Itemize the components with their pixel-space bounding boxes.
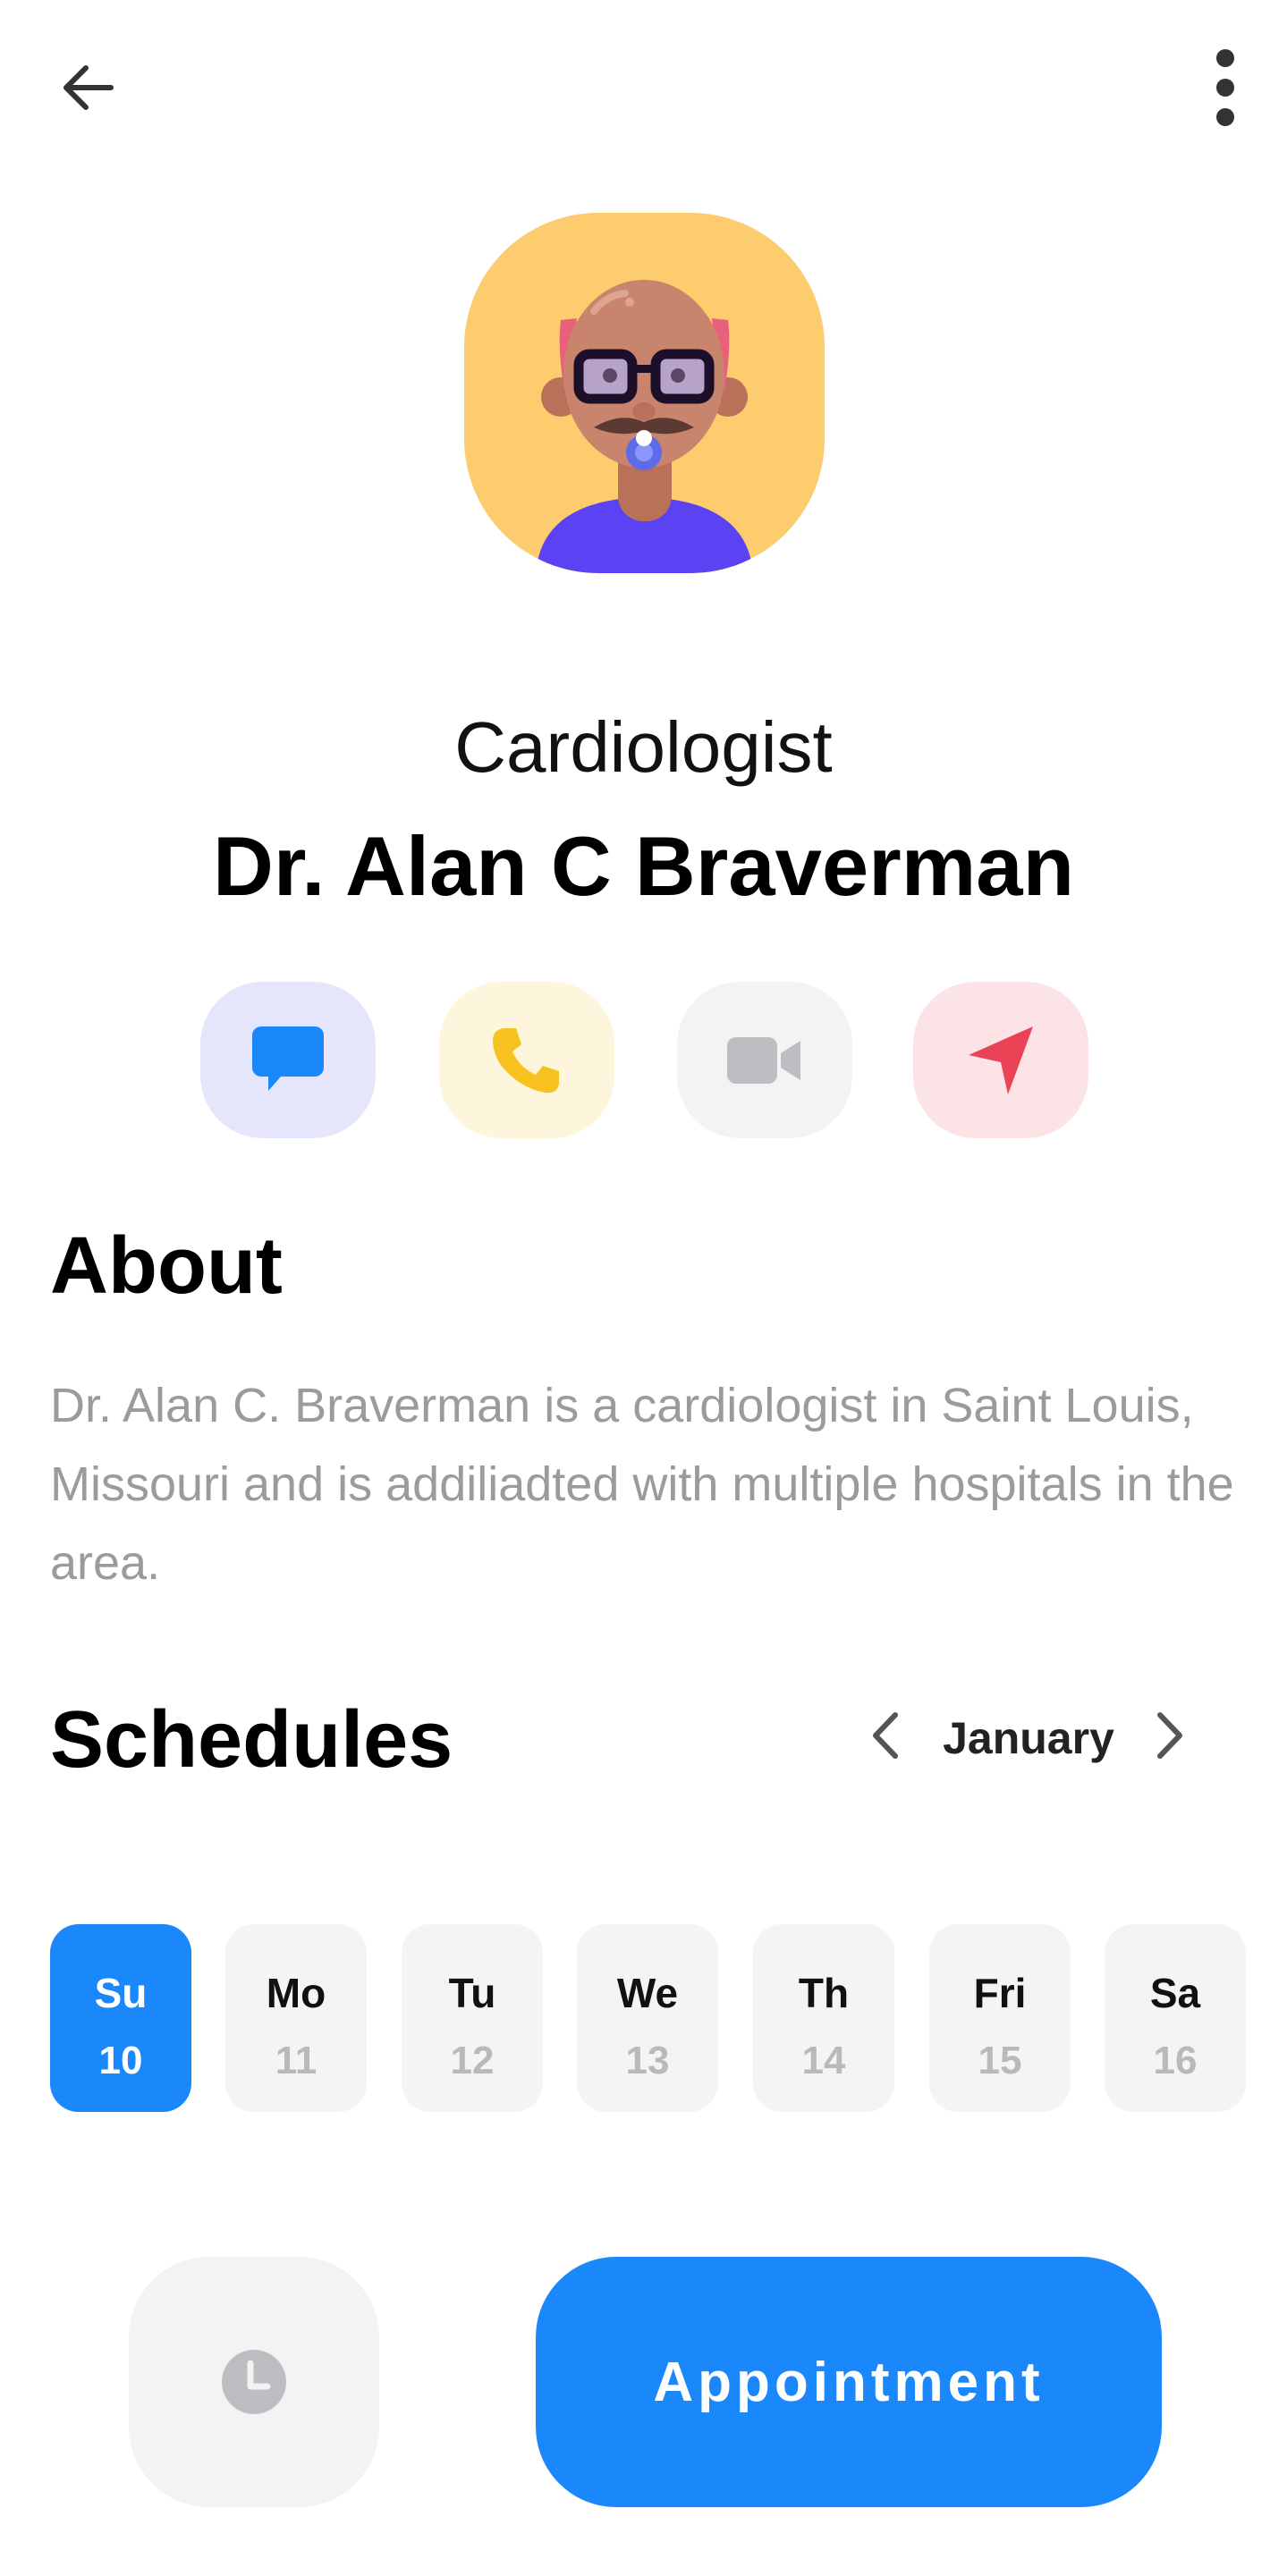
day-name: Su	[94, 1970, 148, 2016]
day-card-mo[interactable]: Mo 11	[225, 1924, 367, 2112]
more-menu-button[interactable]	[1198, 45, 1252, 131]
chat-button[interactable]	[200, 982, 376, 1138]
day-date: 11	[275, 2039, 318, 2082]
chevron-right-icon	[1157, 1712, 1182, 1759]
day-card-sa[interactable]: Sa 16	[1105, 1924, 1246, 2112]
arrow-left-icon	[64, 65, 114, 110]
next-month-button[interactable]	[1143, 1704, 1197, 1767]
video-call-button[interactable]	[677, 982, 852, 1138]
day-date: 10	[98, 2039, 143, 2082]
day-date: 12	[450, 2039, 495, 2082]
doctor-specialty: Cardiologist	[454, 707, 833, 787]
back-button[interactable]	[50, 50, 125, 125]
schedules-heading: Schedules	[50, 1695, 453, 1785]
call-button[interactable]	[439, 982, 614, 1138]
chevron-left-icon	[873, 1712, 898, 1759]
day-name: Mo	[266, 1970, 326, 2016]
doctor-avatar	[464, 213, 825, 573]
day-name: Tu	[448, 1970, 496, 2016]
day-date: 16	[1153, 2039, 1198, 2082]
video-icon	[727, 1036, 800, 1084]
phone-icon	[493, 1027, 559, 1093]
top-bar	[0, 0, 1287, 179]
chat-icon	[252, 1026, 324, 1091]
about-heading: About	[50, 1221, 283, 1311]
day-card-th[interactable]: Th 14	[753, 1924, 894, 2112]
month-label: January	[943, 1713, 1114, 1763]
day-card-su[interactable]: Su 10	[50, 1924, 191, 2112]
directions-button[interactable]	[913, 982, 1088, 1138]
about-description: Dr. Alan C. Braverman is a cardiologist …	[50, 1379, 1234, 1590]
more-vertical-icon	[1216, 49, 1234, 126]
contact-actions	[0, 982, 1287, 1138]
doctor-name: Dr. Alan C Braverman	[213, 819, 1074, 913]
time-slot-button[interactable]	[129, 2257, 379, 2507]
day-date: 13	[625, 2039, 670, 2082]
day-date: 14	[801, 2039, 846, 2082]
doctor-avatar-illustration	[536, 280, 753, 573]
clock-icon	[222, 2350, 286, 2414]
previous-month-button[interactable]	[859, 1704, 912, 1767]
day-name: Sa	[1149, 1970, 1201, 2016]
day-name: Th	[798, 1970, 850, 2016]
day-name: We	[616, 1970, 679, 2016]
day-name: Fri	[973, 1970, 1027, 2016]
day-selector: Su 10 Mo 11 Tu 12 We 13 Th 14 Fri 15 Sa …	[0, 1924, 1287, 2112]
day-date: 15	[978, 2039, 1022, 2082]
navigation-icon	[969, 1026, 1033, 1094]
day-card-we[interactable]: We 13	[577, 1924, 718, 2112]
day-card-tu[interactable]: Tu 12	[402, 1924, 543, 2112]
appointment-button[interactable]: Appointment	[536, 2257, 1162, 2507]
day-card-fri[interactable]: Fri 15	[929, 1924, 1071, 2112]
